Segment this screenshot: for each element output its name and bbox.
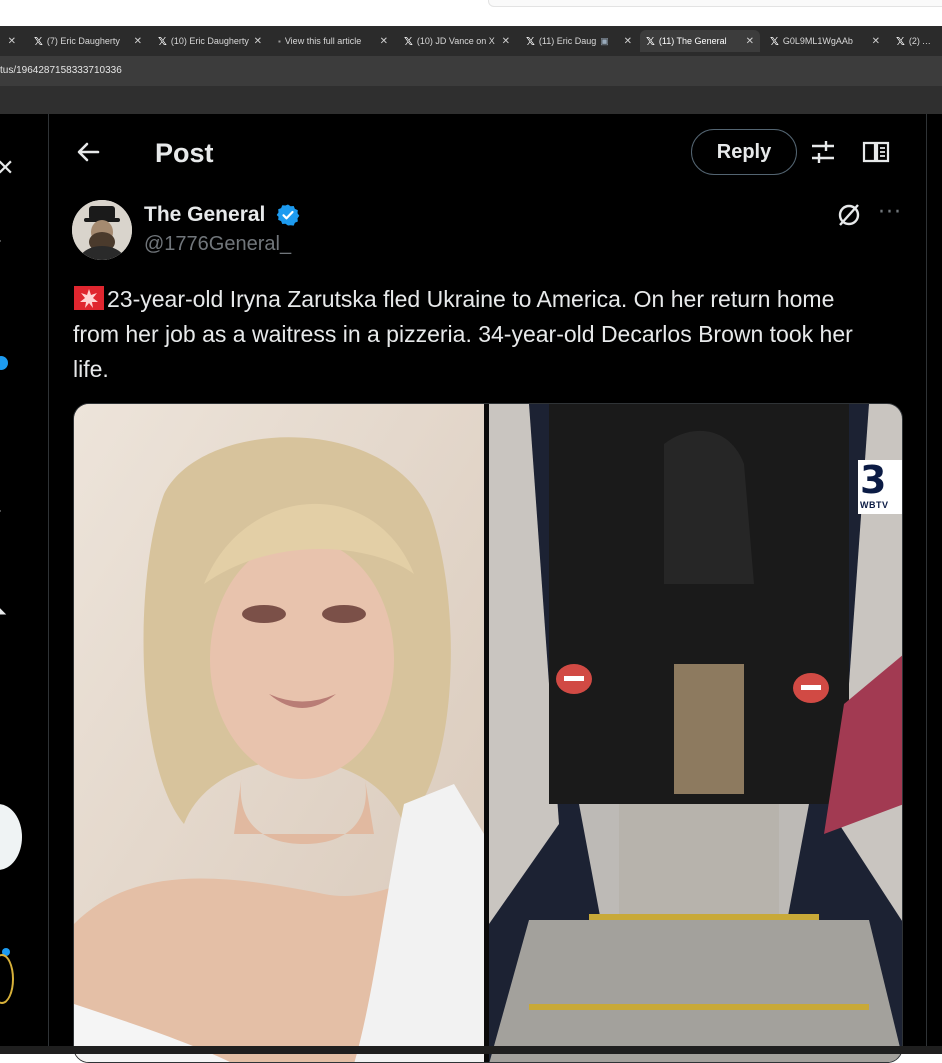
tab-title: (2) Alec L xyxy=(908,36,936,46)
x-logo-icon: 𝕏 xyxy=(158,34,167,48)
tab-close-icon[interactable]: ✕ xyxy=(624,36,632,47)
tab-title: (10) Eric Daugherty xyxy=(170,36,249,46)
close-icon[interactable]: ✕ xyxy=(0,156,14,181)
column-divider xyxy=(926,114,927,1054)
browser-tab[interactable]: ✕ xyxy=(0,30,22,52)
back-arrow-icon[interactable] xyxy=(74,138,102,166)
desktop-top-area xyxy=(0,0,942,26)
tab-close-icon[interactable]: ✕ xyxy=(254,36,262,47)
tweet-media[interactable]: 3 WBTV xyxy=(73,403,903,1063)
tab-title: View this full article xyxy=(284,36,362,46)
media-indicator-icon: ▣ xyxy=(600,35,609,46)
notification-dot-icon xyxy=(0,356,8,370)
tweet-text: 23-year-old Iryna Zarutska fled Ukraine … xyxy=(73,282,873,387)
x-post-page: ✕ ╴ ╴ ◣ Post Reply The General @1776Gene… xyxy=(0,114,942,1063)
address-bar[interactable]: tus/1964287158333710336 xyxy=(0,56,942,86)
wbtv-label: WBTV xyxy=(860,500,889,510)
author-name[interactable]: The General xyxy=(144,203,265,227)
x-logo-icon: 𝕏 xyxy=(770,34,779,48)
tab-close-icon[interactable]: ✕ xyxy=(746,36,754,47)
browser-tab-active[interactable]: 𝕏 (11) The General ✕ xyxy=(640,30,760,52)
avatar[interactable] xyxy=(72,200,132,260)
browser-tab[interactable]: 𝕏 (10) JD Vance on X ✕ xyxy=(398,30,516,52)
wbtv-watermark-logo: 3 WBTV xyxy=(858,460,902,514)
window-edge xyxy=(488,0,942,7)
author-handle[interactable]: @1776General_ xyxy=(144,233,291,256)
x-logo-icon: 𝕏 xyxy=(34,34,43,48)
tab-favicon-icon: ▪ xyxy=(278,36,281,46)
page-title: Post xyxy=(155,138,214,168)
more-options-icon[interactable]: ··· xyxy=(878,200,902,225)
sliders-icon[interactable] xyxy=(809,138,837,166)
tab-title: (11) Eric Daug xyxy=(538,36,597,46)
x-logo-icon: 𝕏 xyxy=(526,34,535,48)
browser-tab[interactable]: 𝕏 (7) Eric Daugherty ✕ xyxy=(28,30,148,52)
tab-close-icon[interactable]: ✕ xyxy=(872,36,880,47)
tab-close-icon[interactable]: ✕ xyxy=(380,36,388,47)
bookmarks-bar xyxy=(0,86,942,114)
media-photo-portrait[interactable] xyxy=(74,404,484,1062)
reader-mode-icon[interactable] xyxy=(862,138,890,166)
tab-title: G0L9ML1WgAAb xyxy=(782,36,853,46)
x-logo-icon: 𝕏 xyxy=(896,34,905,48)
browser-tab[interactable]: 𝕏 (2) Alec L xyxy=(890,30,942,52)
tab-title: (10) JD Vance on X xyxy=(416,36,495,46)
browser-tab[interactable]: 𝕏 (11) Eric Daug ▣ ✕ xyxy=(520,30,638,52)
browser-tab[interactable]: 𝕏 (10) Eric Daugherty ✕ xyxy=(152,30,268,52)
x-logo-icon: 𝕏 xyxy=(646,34,655,48)
browser-tab-strip: ✕ 𝕏 (7) Eric Daugherty ✕ 𝕏 (10) Eric Dau… xyxy=(0,26,942,56)
x-logo-icon: 𝕏 xyxy=(404,34,413,48)
nav-item-icon[interactable]: ◣ xyxy=(0,602,6,616)
nav-item-icon[interactable]: ╴ xyxy=(0,234,4,248)
siren-emoji-icon xyxy=(73,285,105,311)
wbtv-mark: 3 xyxy=(860,458,887,502)
tab-close-icon[interactable]: ✕ xyxy=(8,36,16,47)
tab-close-icon[interactable]: ✕ xyxy=(134,36,142,47)
grok-icon[interactable] xyxy=(836,202,862,228)
url-text[interactable]: tus/1964287158333710336 xyxy=(0,65,122,76)
tab-close-icon[interactable]: ✕ xyxy=(502,36,510,47)
tab-title: (11) The General xyxy=(658,36,727,46)
tab-title: (7) Eric Daugherty xyxy=(46,36,120,46)
left-navigation: ✕ ╴ ╴ ◣ xyxy=(0,114,49,1054)
reply-button[interactable]: Reply xyxy=(691,129,797,175)
tweet-body-text: 23-year-old Iryna Zarutska fled Ukraine … xyxy=(73,286,853,382)
account-avatar[interactable] xyxy=(0,954,14,1004)
verified-badge-icon[interactable] xyxy=(276,203,300,227)
media-video-elevator[interactable]: 3 WBTV xyxy=(489,404,902,1062)
post-compose-button[interactable] xyxy=(0,804,22,870)
os-taskbar xyxy=(0,1046,942,1054)
browser-tab[interactable]: 𝕏 G0L9ML1WgAAb ✕ xyxy=(764,30,886,52)
nav-item-icon[interactable]: ╴ xyxy=(0,504,4,518)
browser-tab[interactable]: ▪ View this full article ✕ xyxy=(272,30,394,52)
